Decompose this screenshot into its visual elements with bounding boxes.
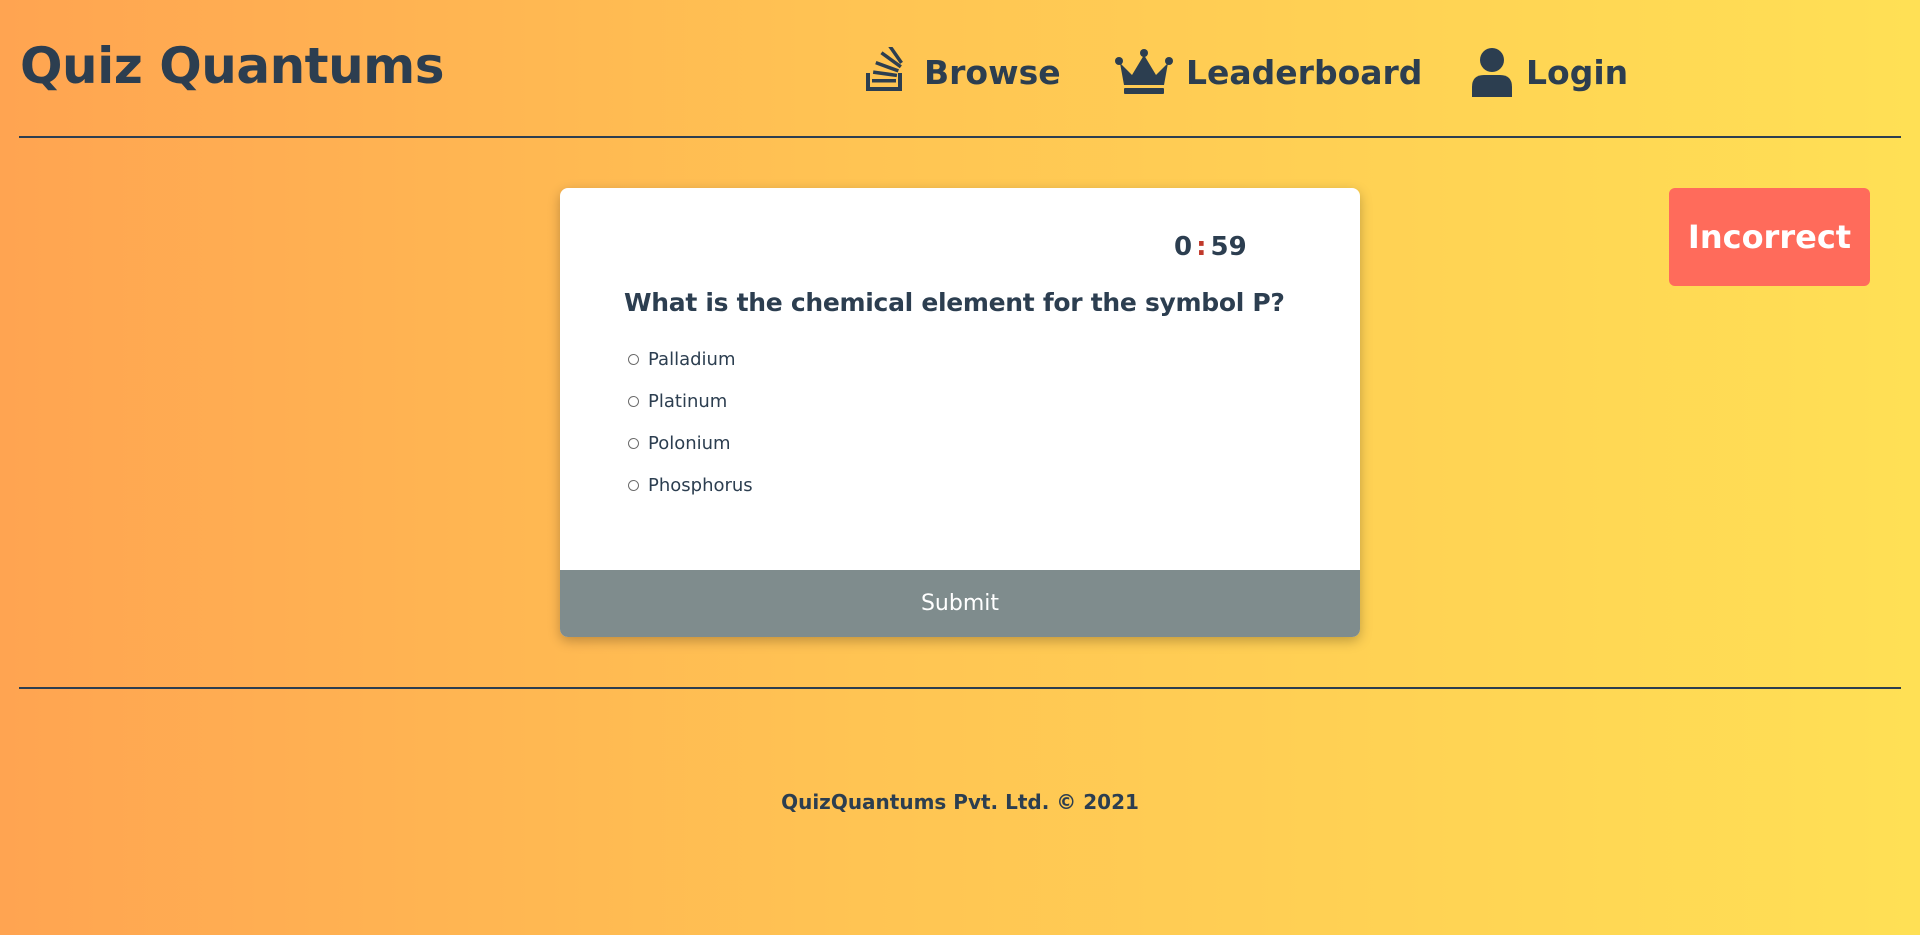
crown-icon [1114, 47, 1174, 97]
question-text: What is the chemical element for the sym… [624, 288, 1285, 317]
answer-option-label: Phosphorus [648, 474, 753, 496]
timer-minutes: 0 [1174, 232, 1193, 262]
nav-browse-label: Browse [924, 52, 1061, 92]
result-badge: Incorrect [1669, 188, 1870, 286]
radio-button[interactable] [628, 479, 639, 491]
answer-option-label: Palladium [648, 348, 736, 370]
timer-seconds: 59 [1210, 232, 1247, 262]
nav-leaderboard-label: Leaderboard [1186, 52, 1423, 92]
answer-option-label: Platinum [648, 390, 728, 412]
answer-option[interactable]: Platinum [628, 380, 753, 422]
nav-leaderboard[interactable]: Leaderboard [1114, 36, 1422, 108]
answer-option-label: Polonium [648, 432, 731, 454]
radio-button[interactable] [628, 437, 639, 449]
nav-login[interactable]: Login [1470, 36, 1628, 108]
radio-button[interactable] [628, 353, 639, 365]
footer-divider [19, 687, 1901, 689]
answer-option[interactable]: Polonium [628, 422, 753, 464]
header-divider [19, 136, 1901, 138]
timer-separator: : [1196, 232, 1207, 262]
countdown-timer: 0:59 [1174, 232, 1247, 262]
answer-option[interactable]: Phosphorus [628, 464, 753, 506]
answer-option[interactable]: Palladium [628, 338, 753, 380]
stack-icon [862, 47, 912, 97]
nav-login-label: Login [1526, 52, 1629, 92]
quiz-card: 0:59 What is the chemical element for th… [560, 188, 1360, 637]
radio-button[interactable] [628, 395, 639, 407]
brand-title[interactable]: Quiz Quantums [20, 34, 445, 98]
nav-browse[interactable]: Browse [862, 36, 1061, 108]
footer-copyright: QuizQuantums Pvt. Ltd. © 2021 [781, 790, 1139, 814]
answer-options: Palladium Platinum Polonium Phosphorus [628, 338, 753, 506]
submit-button[interactable]: Submit [560, 570, 1360, 637]
user-icon [1470, 47, 1514, 97]
